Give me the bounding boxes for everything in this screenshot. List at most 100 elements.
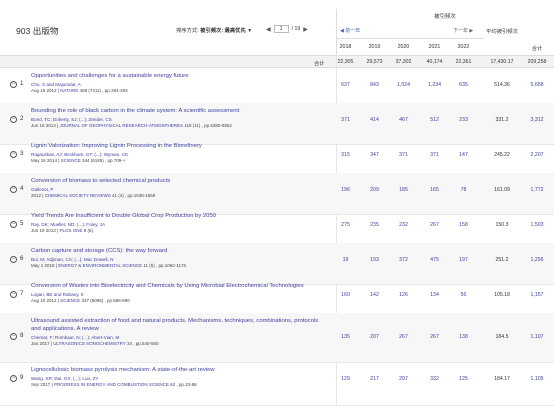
collapse-icon[interactable]: − xyxy=(10,333,17,340)
year-citation-cell[interactable]: 158 xyxy=(449,222,478,228)
journal-link[interactable]: NATURE xyxy=(60,88,78,93)
year-citation-cell[interactable]: 197 xyxy=(449,257,478,263)
record-title[interactable]: Carbon capture and storage (CCS): the wa… xyxy=(31,247,327,255)
year-citation-cell[interactable]: 1,234 xyxy=(420,82,449,88)
year-citation-cell[interactable]: 185 xyxy=(389,187,418,193)
year-citation-cell[interactable]: 275 xyxy=(331,222,360,228)
record-authors[interactable]: Chemat, F; Rombaut, N; (...); Abert-Vian… xyxy=(31,335,327,340)
year-navigation: ◀ 前一年 下一年 ▶ xyxy=(336,24,484,37)
record-title[interactable]: Conversion of Wastes into Bioelectricity… xyxy=(31,282,327,290)
total-citation-cell[interactable]: 3,312 xyxy=(520,117,554,123)
year-citation-cell[interactable]: 193 xyxy=(360,257,389,263)
year-citation-cell[interactable]: 235 xyxy=(360,222,389,228)
sort-dropdown[interactable]: 排序方式: 被引频次: 最高优先 ▼ xyxy=(176,26,252,34)
record-title[interactable]: Yield Trends Are Insufficient to Double … xyxy=(31,212,327,220)
journal-link[interactable]: SCIENCE xyxy=(61,158,81,163)
collapse-icon[interactable]: − xyxy=(10,256,17,263)
total-citation-cell[interactable]: 1,503 xyxy=(520,222,554,228)
total-citation-cell[interactable]: 1,105 xyxy=(520,376,554,382)
year-citation-cell[interactable]: 414 xyxy=(360,117,389,123)
journal-link[interactable]: PLOS ONE xyxy=(59,228,82,233)
record-title[interactable]: Lignin Valorization: Improving Lignin Pr… xyxy=(31,142,327,150)
year-citation-cell[interactable]: 196 xyxy=(331,187,360,193)
record-title[interactable]: Conversion of biomass to selected chemic… xyxy=(31,177,327,185)
year-citation-cell[interactable]: 347 xyxy=(360,152,389,158)
record-authors[interactable]: Logan, BE and Rabaey, K xyxy=(31,292,327,297)
total-citation-cell[interactable]: 1,157 xyxy=(520,292,554,298)
year-citation-cell[interactable]: 209 xyxy=(360,187,389,193)
year-citation-cell[interactable]: 372 xyxy=(389,257,418,263)
year-citation-cell[interactable]: 315 xyxy=(331,152,360,158)
year-citation-cell[interactable]: 635 xyxy=(449,82,478,88)
year-citation-cell[interactable]: 267 xyxy=(420,334,449,340)
year-citation-cell[interactable]: 467 xyxy=(389,117,418,123)
total-citation-cell[interactable]: 2,207 xyxy=(520,152,554,158)
collapse-icon[interactable]: − xyxy=(10,291,17,298)
year-citation-cell[interactable]: 297 xyxy=(389,376,418,382)
year-citation-cell[interactable]: 78 xyxy=(449,187,478,193)
year-citation-cell[interactable]: 512 xyxy=(420,117,449,123)
total-citation-cell[interactable]: 1,107 xyxy=(520,334,554,340)
record-authors[interactable]: Ray, DK; Mueller, ND; (...); Foley, JA xyxy=(31,222,327,227)
year-citation-cell[interactable]: 475 xyxy=(420,257,449,263)
collapse-icon[interactable]: − xyxy=(10,151,17,158)
year-citation-cell[interactable]: 125 xyxy=(449,376,478,382)
prev-year-button[interactable]: ◀ 前一年 xyxy=(340,27,360,34)
prev-page-icon[interactable]: ◀ xyxy=(266,26,271,33)
year-citation-cell[interactable]: 267 xyxy=(420,222,449,228)
next-year-button[interactable]: 下一年 ▶ xyxy=(453,27,473,34)
record-authors[interactable]: Wang, SR; Dai, GX; (...); Luo, ZY xyxy=(31,376,327,381)
year-citation-cell[interactable]: 56 xyxy=(449,292,478,298)
year-citation-cell[interactable]: 138 xyxy=(449,334,478,340)
year-citation-cell[interactable]: 232 xyxy=(389,222,418,228)
year-citation-cell[interactable]: 217 xyxy=(360,376,389,382)
total-citation-cell[interactable]: 5,658 xyxy=(520,82,554,88)
year-citation-cell[interactable]: 135 xyxy=(331,334,360,340)
year-citation-cell[interactable]: 207 xyxy=(360,334,389,340)
record-authors[interactable]: Bui, M; Adjiman, CS; (...); Mac Dowell, … xyxy=(31,257,327,262)
year-citation-cell[interactable]: 371 xyxy=(389,152,418,158)
year-citation-cell[interactable]: 233 xyxy=(449,117,478,123)
record-title[interactable]: Lignocellulosic biomass pyrolysis mechan… xyxy=(31,366,327,374)
journal-link[interactable]: PROGRESS IN ENERGY AND COMBUSTION SCIENC… xyxy=(54,382,169,387)
collapse-icon[interactable]: − xyxy=(10,116,17,123)
year-citation-cell[interactable]: 147 xyxy=(449,152,478,158)
total-citation-cell[interactable]: 1,772 xyxy=(520,187,554,193)
journal-link[interactable]: CHEMICAL SOCIETY REVIEWS xyxy=(45,193,111,198)
year-citation-cell[interactable]: 267 xyxy=(389,334,418,340)
year-citation-cell[interactable]: 371 xyxy=(420,152,449,158)
year-citation-cell[interactable]: 1,024 xyxy=(389,82,418,88)
year-citation-cell[interactable]: 637 xyxy=(331,82,360,88)
record-authors[interactable]: Bond, TC; Doherty, SJ; (...); Zender, CS xyxy=(31,117,327,122)
year-citation-cell[interactable]: 126 xyxy=(389,292,418,298)
journal-link[interactable]: ULTRASONICS SONOCHEMISTRY xyxy=(53,341,126,346)
year-citation-cell[interactable]: 332 xyxy=(420,376,449,382)
year-citation-cell[interactable]: 843 xyxy=(360,82,389,88)
record-title[interactable]: Ultrasound assisted extraction of food a… xyxy=(31,317,327,333)
journal-link[interactable]: JOURNAL OF GEOPHYSICAL RESEARCH-ATMOSPHE… xyxy=(59,123,183,128)
next-page-icon[interactable]: ▶ xyxy=(303,26,308,33)
collapse-icon[interactable]: − xyxy=(10,186,17,193)
year-citation-cell[interactable]: 142 xyxy=(360,292,389,298)
year-citation-cell[interactable]: 371 xyxy=(331,117,360,123)
collapse-icon[interactable]: − xyxy=(10,375,17,382)
record-authors[interactable]: Ragauskas, AJ; Beckham, GT; (...); Wyman… xyxy=(31,152,327,157)
chevron-down-icon: ▼ xyxy=(247,28,253,34)
total-citation-cell[interactable]: 1,256 xyxy=(520,257,554,263)
record-date: Jun 19 2013 | xyxy=(31,228,60,233)
journal-link[interactable]: SCIENCE xyxy=(60,298,80,303)
collapse-icon[interactable]: − xyxy=(10,221,17,228)
citation-report-page: 903 出版物 排序方式: 被引频次: 最高优先 ▼ ◀ 1 / 19 ▶ 被引… xyxy=(0,0,554,406)
year-citation-cell[interactable]: 160 xyxy=(331,292,360,298)
record-authors[interactable]: Chu, S and Majumdar, A xyxy=(31,82,327,87)
page-input[interactable]: 1 xyxy=(273,25,289,33)
record-title[interactable]: Bounding the role of black carbon in the… xyxy=(31,107,327,115)
year-citation-cell[interactable]: 129 xyxy=(331,376,360,382)
record-title[interactable]: Opportunities and challenges for a susta… xyxy=(31,72,327,80)
record-authors[interactable]: Gallezot, P xyxy=(31,187,327,192)
year-citation-cell[interactable]: 165 xyxy=(420,187,449,193)
journal-link[interactable]: ENERGY & ENVIRONMENTAL SCIENCE xyxy=(58,263,142,268)
year-citation-cell[interactable]: 19 xyxy=(331,257,360,263)
year-citation-cell[interactable]: 134 xyxy=(420,292,449,298)
collapse-icon[interactable]: − xyxy=(10,81,17,88)
